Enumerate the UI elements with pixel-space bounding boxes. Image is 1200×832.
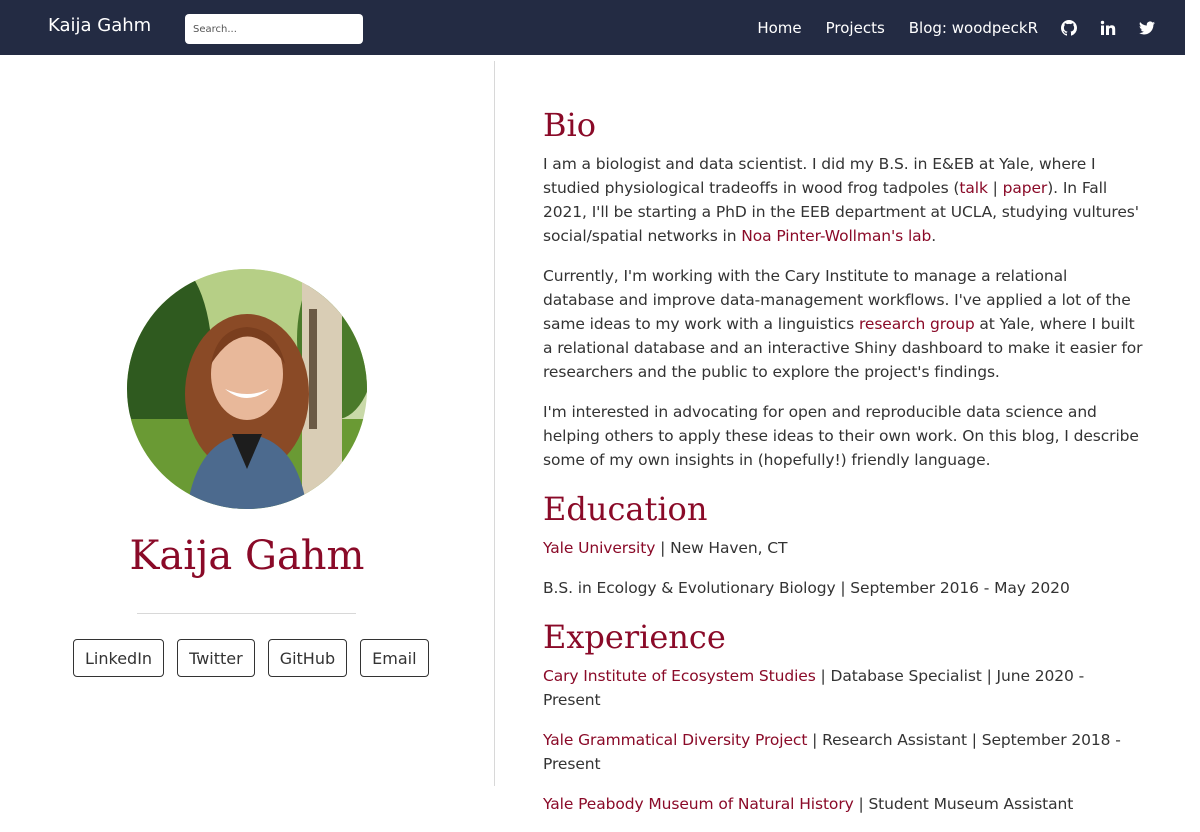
nav-projects[interactable]: Projects <box>826 19 885 37</box>
talk-link[interactable]: talk <box>959 179 988 197</box>
ygdp-link[interactable]: Yale Grammatical Diversity Project <box>543 731 807 749</box>
bio-paragraph-3: I'm interested in advocating for open an… <box>543 403 1139 469</box>
text: | <box>987 179 1003 197</box>
education-degree: B.S. in Ecology & Evolutionary Biology |… <box>543 579 1070 597</box>
experience-item: Yale Peabody Museum of Natural History |… <box>543 792 1143 816</box>
bio-paragraph-2: Currently, I'm working with the Cary Ins… <box>543 264 1143 384</box>
github-button[interactable]: GitHub <box>267 639 348 677</box>
experience-heading: Experience <box>543 618 726 656</box>
brand-link[interactable]: Kaija Gahm <box>48 15 151 36</box>
nav-links: Home Projects Blog: woodpeckR <box>733 0 1155 55</box>
github-icon[interactable] <box>1061 19 1077 36</box>
bio-heading: Bio <box>543 106 597 144</box>
bio-paragraph-1: I am a biologist and data scientist. I d… <box>543 152 1143 248</box>
twitter-button[interactable]: Twitter <box>177 639 255 677</box>
social-buttons: LinkedIn Twitter GitHub Email <box>73 639 442 677</box>
experience-item: Yale Grammatical Diversity Project | Res… <box>543 728 1143 776</box>
nav-blog[interactable]: Blog: woodpeckR <box>909 19 1038 37</box>
experience-item: Cary Institute of Ecosystem Studies | Da… <box>543 664 1143 712</box>
lab-link[interactable]: Noa Pinter-Wollman's lab <box>741 227 931 245</box>
cary-institute-link[interactable]: Cary Institute of Ecosystem Studies <box>543 667 816 685</box>
linkedin-button[interactable]: LinkedIn <box>73 639 165 677</box>
avatar <box>127 269 367 509</box>
main-content: Bio I am a biologist and data scientist.… <box>543 104 1143 832</box>
text: | New Haven, CT <box>655 539 788 557</box>
education-school: Yale University | New Haven, CT <box>543 536 1143 560</box>
text: . <box>931 227 937 245</box>
profile-name: Kaija Gahm <box>129 533 365 579</box>
linkedin-icon[interactable] <box>1100 20 1116 36</box>
peabody-link[interactable]: Yale Peabody Museum of Natural History <box>543 795 854 813</box>
profile-panel: Kaija Gahm LinkedIn Twitter GitHub Email <box>0 61 495 786</box>
yale-link[interactable]: Yale University <box>543 539 655 557</box>
research-group-link[interactable]: research group <box>859 315 975 333</box>
nav-home[interactable]: Home <box>757 19 801 37</box>
text: | Student Museum Assistant <box>853 795 1074 813</box>
search-input[interactable] <box>185 14 363 44</box>
twitter-icon[interactable] <box>1139 20 1155 36</box>
paper-link[interactable]: paper <box>1003 179 1048 197</box>
education-heading: Education <box>543 490 708 528</box>
email-button[interactable]: Email <box>360 639 429 677</box>
divider <box>137 613 356 614</box>
navbar: Kaija Gahm Home Projects Blog: woodpeckR <box>0 0 1185 55</box>
